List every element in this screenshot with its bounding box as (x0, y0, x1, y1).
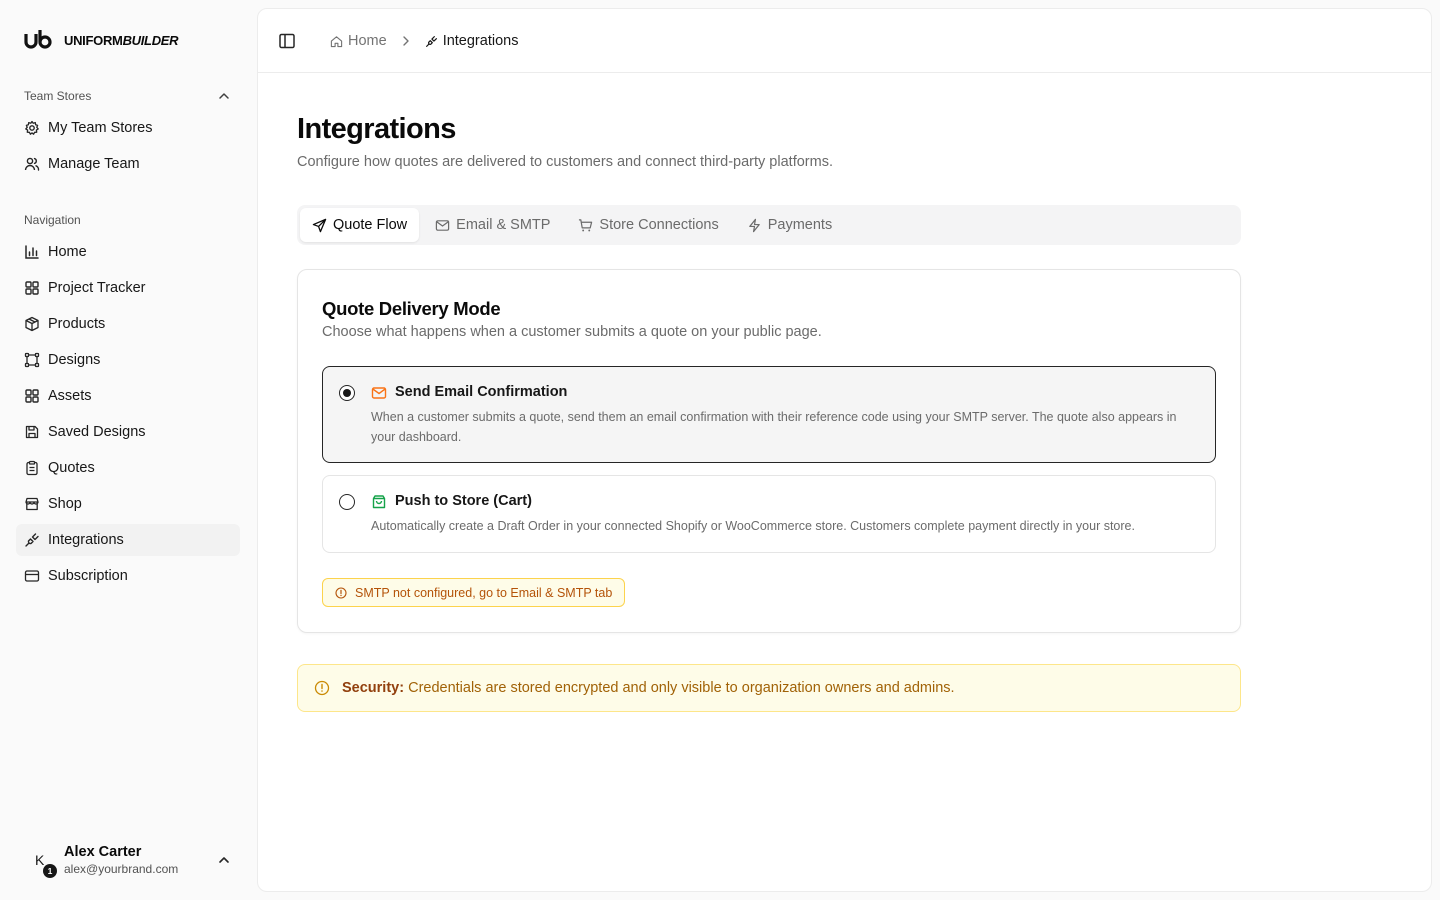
sidebar-item-label: Designs (48, 352, 101, 368)
tab-store-connections[interactable]: Store Connections (566, 208, 730, 242)
sidebar-item-label: Manage Team (48, 156, 140, 172)
user-menu[interactable]: K 1 Alex Carter alex@yourbrand.com (24, 838, 240, 882)
sidebar-item-label: My Team Stores (48, 120, 153, 136)
navigation-label: Navigation (24, 213, 81, 227)
mail-icon (371, 387, 387, 399)
smtp-warning-text: SMTP not configured, go to Email & SMTP … (355, 585, 613, 600)
main-panel: Home Integrations Integrations Configure… (257, 8, 1432, 892)
option-push-to-store[interactable]: Push to Store (Cart) Automatically creat… (322, 475, 1216, 553)
sidebar-item-label: Integrations (48, 532, 124, 548)
credit-card-icon (24, 570, 40, 582)
mail-icon (435, 219, 450, 231)
frame-icon (24, 352, 40, 368)
tab-payments[interactable]: Payments (735, 208, 844, 242)
ub-logo-icon (24, 30, 52, 49)
bar-chart-icon (25, 245, 39, 259)
tab-label: Store Connections (599, 217, 719, 233)
chevron-up-icon (219, 857, 229, 863)
radio-button-selected[interactable] (339, 385, 355, 401)
breadcrumb-current: Integrations (425, 33, 519, 49)
page-subtitle: Configure how quotes are delivered to cu… (297, 154, 833, 170)
card-title: Quote Delivery Mode (322, 298, 501, 319)
option-title: Push to Store (Cart) (395, 493, 532, 509)
sidebar-toggle-icon[interactable] (278, 32, 296, 50)
breadcrumb-current-label: Integrations (442, 33, 519, 49)
clipboard-icon (26, 460, 38, 476)
breadcrumb: Home Integrations (330, 31, 518, 51)
brand-logo[interactable]: UNIFORMBUILDER (24, 28, 179, 52)
security-notice: Security: Credentials are stored encrypt… (297, 664, 1241, 712)
user-email: alex@yourbrand.com (64, 862, 179, 876)
sidebar-item-project-tracker[interactable]: Project Tracker (16, 272, 240, 304)
alert-circle-icon (335, 586, 347, 599)
save-icon (25, 425, 39, 439)
team-stores-label: Team Stores (24, 89, 92, 103)
shopping-bag-icon (372, 495, 386, 509)
cart-icon (579, 218, 593, 231)
sidebar-item-manage-team[interactable]: Manage Team (16, 148, 240, 180)
sidebar-item-label: Home (48, 244, 87, 260)
security-message: Credentials are stored encrypted and onl… (408, 680, 955, 696)
sidebar-item-label: Saved Designs (48, 424, 146, 440)
plug-icon (425, 35, 437, 47)
chevron-right-icon (402, 36, 409, 46)
user-name: Alex Carter (64, 844, 142, 860)
tab-quote-flow[interactable]: Quote Flow (300, 208, 420, 242)
tab-label: Quote Flow (333, 217, 408, 233)
sidebar: UNIFORMBUILDER Team Stores My Team Store… (0, 0, 256, 900)
sidebar-item-label: Project Tracker (48, 280, 146, 296)
sidebar-item-label: Products (48, 316, 106, 332)
smtp-warning-link[interactable]: SMTP not configured, go to Email & SMTP … (322, 578, 626, 607)
option-send-email-confirmation[interactable]: Send Email Confirmation When a customer … (322, 366, 1216, 463)
option-title: Send Email Confirmation (395, 384, 568, 400)
breadcrumb-home[interactable]: Home (330, 33, 387, 49)
sidebar-item-label: Quotes (48, 460, 95, 476)
sidebar-item-label: Assets (48, 388, 92, 404)
package-icon (25, 316, 39, 332)
tab-label: Payments (767, 217, 833, 233)
sidebar-item-assets[interactable]: Assets (16, 380, 240, 412)
radio-button[interactable] (339, 494, 355, 510)
house-icon (330, 35, 343, 47)
grid-icon (25, 281, 39, 295)
page-title: Integrations (297, 113, 456, 145)
gear-icon (25, 120, 39, 135)
plug-icon (25, 533, 39, 547)
sidebar-item-integrations[interactable]: Integrations (16, 524, 240, 556)
sidebar-item-quotes[interactable]: Quotes (16, 452, 240, 484)
sidebar-item-label: Shop (48, 496, 82, 512)
sidebar-item-my-team-stores[interactable]: My Team Stores (16, 112, 240, 144)
option-description: Automatically create a Draft Order in yo… (371, 519, 1135, 533)
tab-email-smtp[interactable]: Email & SMTP (423, 208, 562, 242)
sidebar-item-subscription[interactable]: Subscription (16, 560, 240, 592)
brand-name: UNIFORMBUILDER (64, 32, 179, 48)
chevron-up-icon[interactable] (216, 88, 232, 104)
card-subtitle: Choose what happens when a customer subm… (322, 324, 822, 340)
bolt-icon (748, 218, 760, 232)
breadcrumb-home-label: Home (348, 33, 387, 49)
quote-delivery-card: Quote Delivery Mode Choose what happens … (297, 269, 1241, 633)
notification-badge: 1 (43, 864, 57, 878)
sidebar-item-products[interactable]: Products (16, 308, 240, 340)
alert-circle-icon (314, 680, 330, 696)
option-description: When a customer submits a quote, send th… (371, 410, 1177, 444)
store-icon (25, 497, 39, 511)
sidebar-item-saved-designs[interactable]: Saved Designs (16, 416, 240, 448)
sidebar-item-label: Subscription (48, 568, 128, 584)
sidebar-item-home[interactable]: Home (16, 236, 240, 268)
tab-bar: Quote Flow Email & SMTP Store Connection… (297, 205, 1241, 245)
top-bar: Home Integrations (258, 9, 1431, 73)
sidebar-item-shop[interactable]: Shop (16, 488, 240, 520)
security-text: Security: Credentials are stored encrypt… (342, 680, 955, 696)
security-label: Security: (342, 680, 405, 696)
tab-label: Email & SMTP (456, 217, 551, 233)
users-icon (24, 157, 40, 171)
sidebar-item-designs[interactable]: Designs (16, 344, 240, 376)
grid-icon (25, 389, 39, 403)
send-icon (312, 218, 327, 232)
